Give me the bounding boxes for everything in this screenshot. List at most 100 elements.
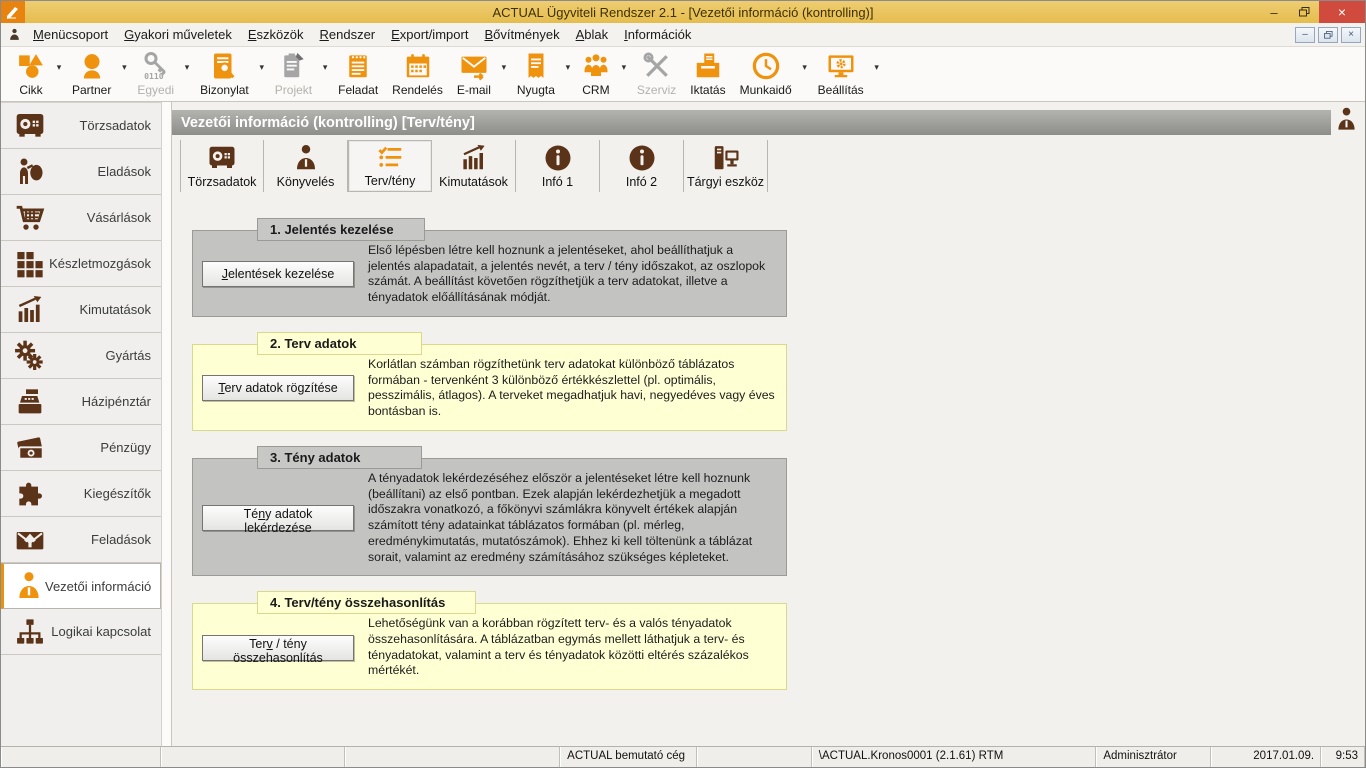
toolbar-item-projekt: Projekt	[268, 47, 319, 97]
tab-konyveles[interactable]: Könyvelés	[264, 140, 348, 192]
tab-kimutatasok[interactable]: Kimutatások	[432, 140, 516, 192]
dropdown-arrow-icon[interactable]: ▾	[256, 62, 268, 73]
status-cell-database: \ACTUAL.Kronos0001 (2.1.61) RTM	[812, 747, 1097, 767]
sidebar: Törzsadatok Eladások Vásárlások Készletm…	[1, 102, 161, 746]
toolbar-item-nyugta[interactable]: Nyugta	[510, 47, 562, 97]
sidebar-item-penzugy[interactable]: Pénzügy	[1, 425, 161, 471]
title-bar: ACTUAL Ügyviteli Rendszer 2.1 - [Vezetői…	[1, 1, 1365, 23]
manager-icon[interactable]	[1333, 106, 1360, 133]
dropdown-arrow-icon[interactable]: ▾	[118, 62, 130, 73]
dropdown-arrow-icon[interactable]: ▾	[181, 62, 193, 73]
status-bar: ACTUAL bemutató cég \ACTUAL.Kronos0001 (…	[1, 746, 1365, 767]
computer-icon	[711, 143, 741, 173]
sidebar-item-gyartas[interactable]: Gyártás	[1, 333, 161, 379]
toolbar-item-partner[interactable]: Partner	[65, 47, 118, 97]
dropdown-arrow-icon[interactable]: ▾	[498, 62, 510, 73]
sidebar-item-vezetoi-informacio[interactable]: Vezetői információ	[1, 563, 161, 609]
toolbar-item-bizonylat[interactable]: Bizonylat	[193, 47, 256, 97]
tab-terv-teny[interactable]: Terv/tény	[348, 140, 432, 192]
checklist-icon	[375, 142, 405, 172]
tab-targyi-eszkoz[interactable]: Tárgyi eszköz	[684, 140, 768, 192]
toolbar-item-beallitas[interactable]: Beállítás	[811, 47, 871, 97]
cash-register-icon	[12, 386, 48, 418]
menu-rendszer[interactable]: Rendszer	[311, 25, 383, 44]
mdi-minimize-icon[interactable]: –	[1295, 27, 1315, 43]
sidebar-item-vasarlasok[interactable]: Vásárlások	[1, 195, 161, 241]
mdi-close-icon[interactable]: ×	[1341, 27, 1361, 43]
terv-teny-osszehasonlitas-button[interactable]: Terv / tény összehasonlítás	[202, 635, 354, 661]
dropdown-arrow-icon[interactable]: ▾	[53, 62, 65, 73]
document-search-icon	[209, 50, 239, 82]
section-3-legend: 3. Tény adatok	[257, 446, 422, 469]
status-cell-user: Adminisztrátor	[1096, 747, 1211, 767]
dropdown-arrow-icon[interactable]: ▾	[799, 62, 811, 73]
toolbar-item-munkaido[interactable]: Munkaidő	[733, 47, 799, 97]
toolbar-item-email[interactable]: E-mail	[450, 47, 498, 97]
module-header-title: Vezetői információ (kontrolling) [Terv/t…	[181, 115, 475, 131]
restore-icon[interactable]	[1289, 1, 1319, 23]
sidebar-item-kimutatasok[interactable]: Kimutatások	[1, 287, 161, 333]
jelentesek-kezelese-button[interactable]: Jelentések kezelése	[202, 261, 354, 287]
sidebar-item-eladasok[interactable]: Eladások	[1, 149, 161, 195]
menu-export-import[interactable]: Export/import	[383, 25, 476, 44]
sidebar-scrollbar[interactable]	[161, 102, 172, 746]
partner-icon	[77, 50, 107, 82]
clipboard-pin-icon	[278, 50, 308, 82]
dropdown-arrow-icon[interactable]: ▾	[871, 62, 883, 73]
sidebar-item-keszletmozgasok[interactable]: Készletmozgások	[1, 241, 161, 287]
tab-info-2[interactable]: Infó 2	[600, 140, 684, 192]
sidebar-item-feladasok[interactable]: Feladások	[1, 517, 161, 563]
teny-adatok-lekerdezese-button[interactable]: Tény adatok lekérdezése	[202, 505, 354, 531]
module-header: Vezetői információ (kontrolling) [Terv/t…	[172, 110, 1331, 135]
section-jelentes-kezelese: 1. Jelentés kezelése Jelentések kezelése…	[192, 230, 787, 317]
toolbar-item-egyedi: 0110 Egyedi	[130, 47, 181, 97]
status-cell-empty-3	[345, 747, 560, 767]
window-title: ACTUAL Ügyviteli Rendszer 2.1 - [Vezetői…	[1, 5, 1365, 20]
minimize-icon[interactable]: –	[1259, 1, 1289, 23]
dropdown-arrow-icon[interactable]: ▾	[562, 62, 574, 73]
status-cell-date: 2017.01.09.	[1211, 747, 1321, 767]
menu-menucsoport[interactable]: Menücsoport	[25, 25, 116, 44]
dropdown-arrow-icon[interactable]: ▾	[319, 62, 331, 73]
archive-icon	[693, 50, 723, 82]
menu-ablak[interactable]: Ablak	[568, 25, 617, 44]
accountant-icon	[291, 143, 321, 173]
toolbar-item-crm[interactable]: CRM	[574, 47, 618, 97]
toolbar: Cikk ▾ Partner ▾ 0110 Egyedi ▾ Bizonylat…	[1, 47, 1365, 102]
grid-icon	[12, 248, 48, 280]
tools-icon	[642, 50, 672, 82]
settings-monitor-icon	[826, 50, 856, 82]
terv-adatok-rogzitese-button[interactable]: Terv adatok rögzítése	[202, 375, 354, 401]
gears-icon	[12, 340, 48, 372]
info-icon	[543, 143, 573, 173]
sidebar-item-logikai-kapcsolat[interactable]: Logikai kapcsolat	[1, 609, 161, 655]
mdi-restore-icon[interactable]	[1318, 27, 1338, 43]
status-cell-company: ACTUAL bemutató cég	[560, 747, 697, 767]
toolbar-item-feladat[interactable]: Feladat	[331, 47, 385, 97]
toolbar-item-iktatas[interactable]: Iktatás	[683, 47, 732, 97]
status-cell-empty-2	[161, 747, 346, 767]
tab-info-1[interactable]: Infó 1	[516, 140, 600, 192]
sidebar-item-hazipenztar[interactable]: Házipénztár	[1, 379, 161, 425]
safe-icon	[12, 110, 48, 142]
section-2-description: Korlátlan számban rögzíthetünk terv adat…	[368, 357, 776, 420]
menu-eszkozok[interactable]: Eszközök	[240, 25, 312, 44]
section-1-legend: 1. Jelentés kezelése	[257, 218, 425, 241]
dropdown-arrow-icon[interactable]: ▾	[618, 62, 630, 73]
menu-bovitmenyek[interactable]: Bővítmények	[476, 25, 567, 44]
tab-strip: Törzsadatok Könyvelés Terv/tény	[180, 140, 1365, 192]
bar-chart-icon	[12, 294, 48, 326]
sidebar-item-torzsadatok[interactable]: Törzsadatok	[1, 103, 161, 149]
envelope-up-icon	[12, 524, 48, 556]
section-4-legend: 4. Terv/tény összehasonlítás	[257, 591, 476, 614]
tab-torzsadatok[interactable]: Törzsadatok	[180, 140, 264, 192]
sidebar-item-kiegeszitok[interactable]: Kiegészítők	[1, 471, 161, 517]
manager-icon	[13, 570, 45, 602]
menu-informaciok[interactable]: Információk	[616, 25, 699, 44]
application-window: ACTUAL Ügyviteli Rendszer 2.1 - [Vezetői…	[0, 0, 1366, 768]
toolbar-item-rendeles[interactable]: Rendelés	[385, 47, 450, 97]
close-icon[interactable]: ×	[1319, 1, 1365, 23]
menu-gyakori-muveletek[interactable]: Gyakori műveletek	[116, 25, 240, 44]
status-cell-empty-1	[1, 747, 161, 767]
toolbar-item-cikk[interactable]: Cikk	[9, 47, 53, 97]
